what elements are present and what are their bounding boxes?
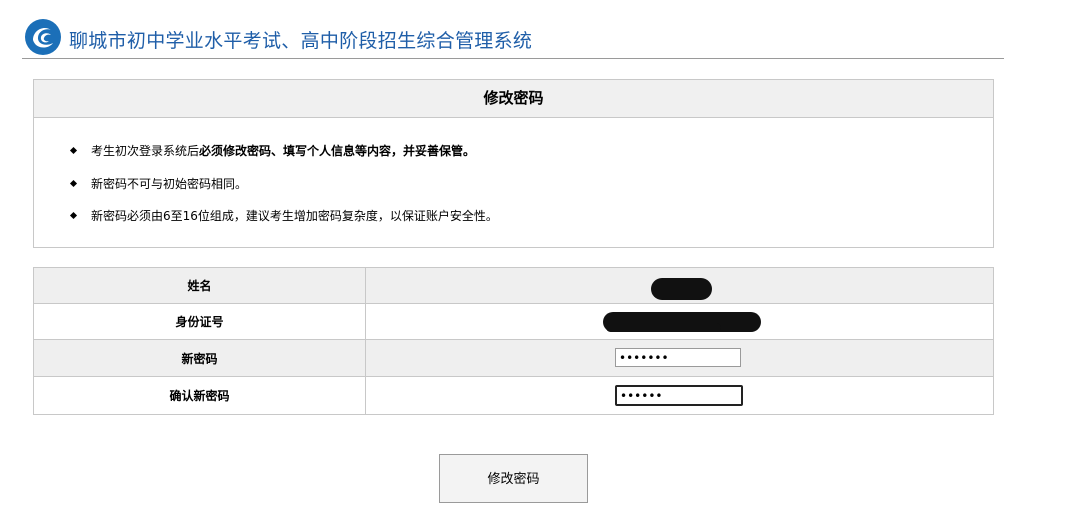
notice-text: 新密码不可与初始密码相同。	[91, 177, 248, 191]
diamond-bullet-icon	[69, 146, 78, 155]
page-header: 聊城市初中学业水平考试、高中阶段招生综合管理系统	[22, 18, 1004, 59]
notice-title: 修改密码	[34, 80, 993, 118]
confirm-password-label: 确认新密码	[33, 376, 366, 415]
notice-emphasis: 必须修改密码、填写个人信息等内容，并妥善保管。	[199, 144, 476, 158]
change-password-button[interactable]: 修改密码	[439, 454, 588, 503]
new-password-input[interactable]: •••••••	[615, 348, 741, 367]
redacted-id-number	[606, 323, 721, 332]
swirl-logo-icon	[25, 19, 61, 55]
confirm-password-input[interactable]: ••••••	[615, 385, 743, 406]
site-title: 聊城市初中学业水平考试、高中阶段招生综合管理系统	[69, 30, 533, 52]
password-form-table: 姓名 身份证号 新密码 ••••••• 确认新密码 ••••••	[33, 267, 994, 415]
diamond-bullet-icon	[69, 211, 78, 220]
id-number-value	[365, 303, 994, 340]
redacted-name	[651, 278, 712, 300]
table-row: 确认新密码 ••••••	[33, 376, 994, 415]
diamond-bullet-icon	[69, 179, 78, 188]
id-number-label: 身份证号	[33, 303, 366, 340]
notice-text: 新密码必须由6至16位组成，建议考生增加密码复杂度，以保证账户安全性。	[91, 209, 498, 223]
notice-text: 考生初次登录系统后	[91, 144, 200, 158]
notice-panel: 修改密码 考生初次登录系统后必须修改密码、填写个人信息等内容，并妥善保管。 新密…	[33, 79, 994, 248]
name-value	[365, 267, 994, 304]
table-row: 新密码 •••••••	[33, 339, 994, 377]
list-item: 新密码不可与初始密码相同。	[69, 176, 248, 192]
name-label: 姓名	[33, 267, 366, 304]
list-item: 新密码必须由6至16位组成，建议考生增加密码复杂度，以保证账户安全性。	[69, 208, 498, 224]
confirm-password-cell: ••••••	[365, 376, 994, 415]
new-password-cell: •••••••	[365, 339, 994, 377]
new-password-label: 新密码	[33, 339, 366, 377]
table-row: 身份证号	[33, 303, 994, 340]
table-row: 姓名	[33, 267, 994, 304]
list-item: 考生初次登录系统后必须修改密码、填写个人信息等内容，并妥善保管。	[69, 143, 476, 159]
